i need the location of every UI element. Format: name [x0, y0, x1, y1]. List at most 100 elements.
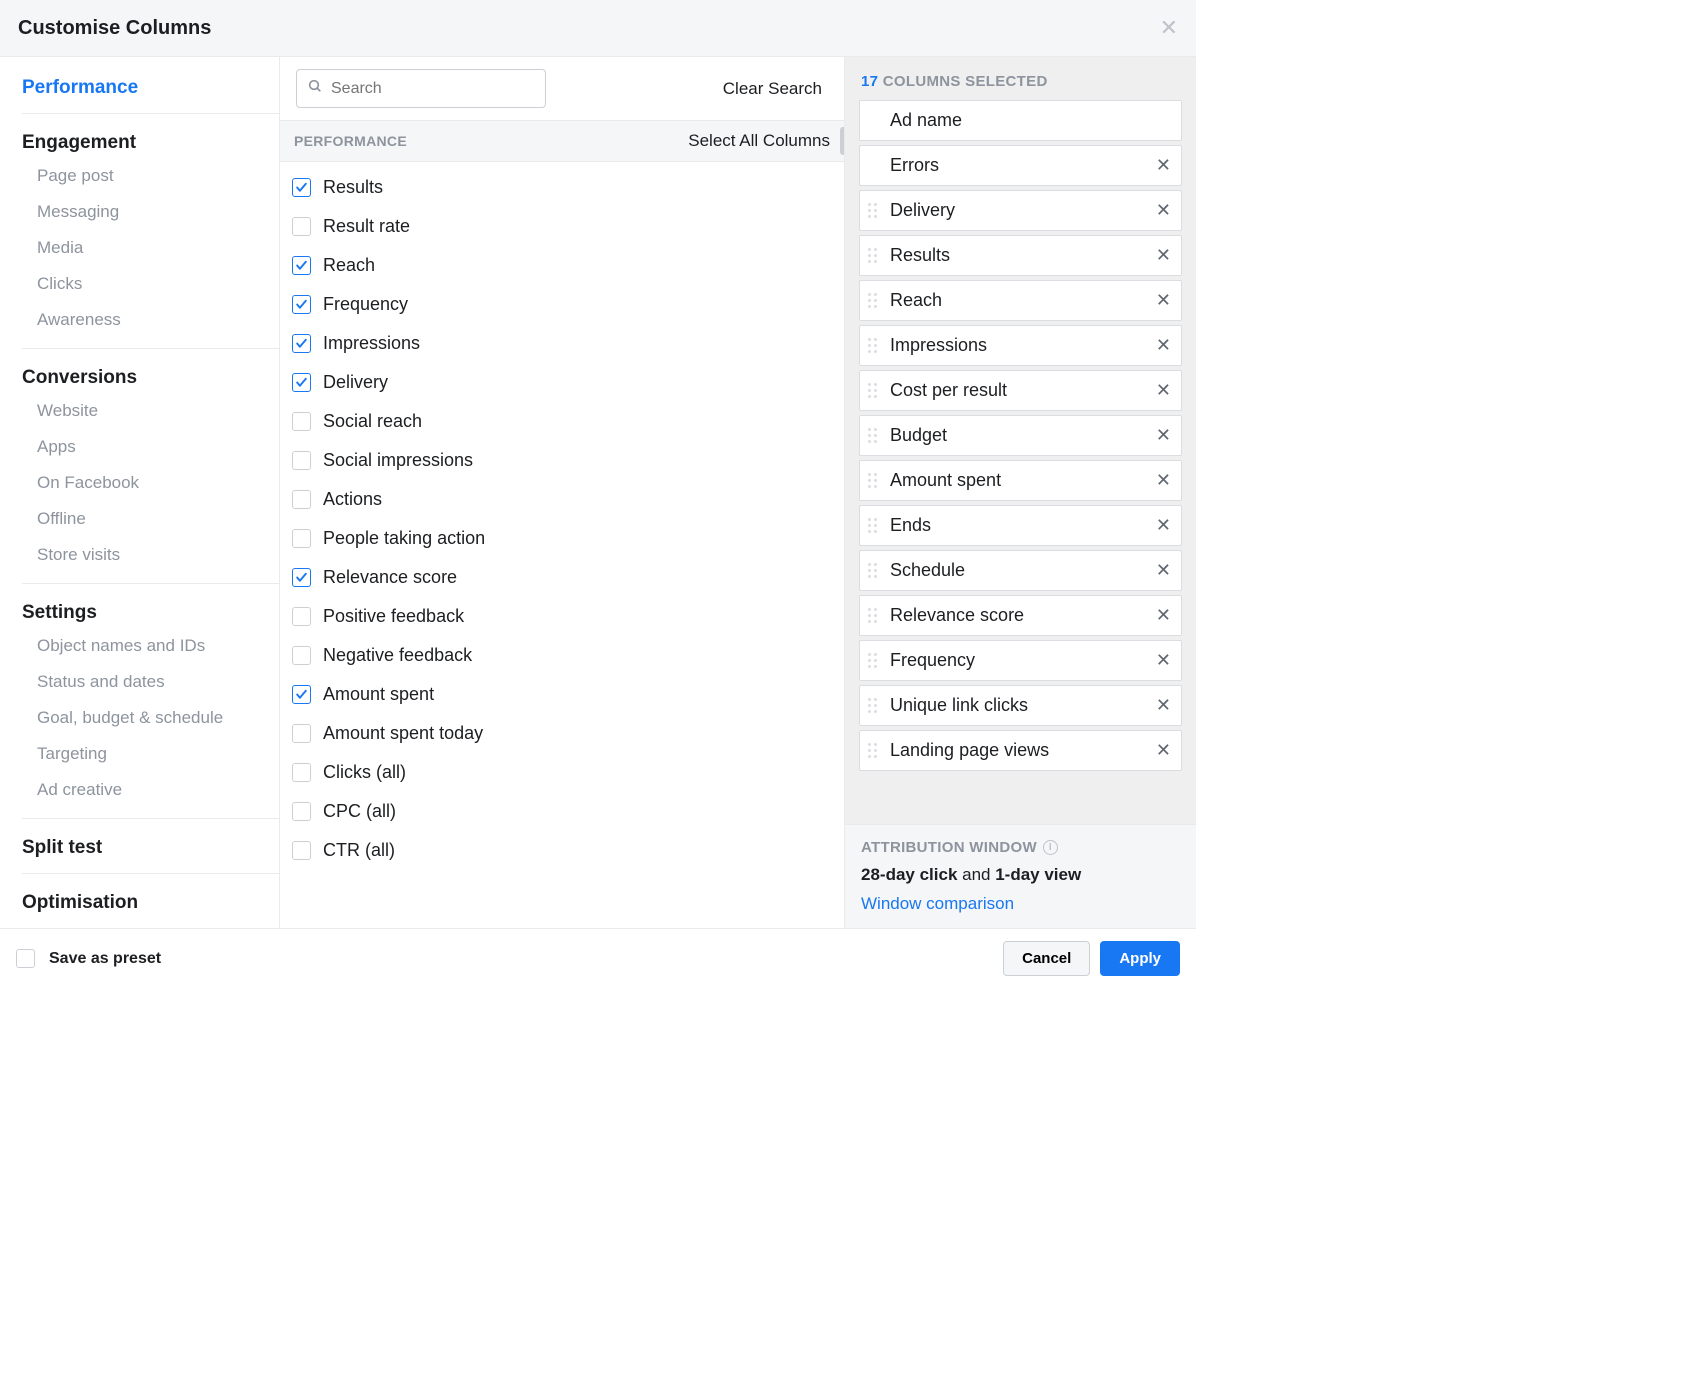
metric-checkbox[interactable] [292, 412, 311, 431]
drag-handle-icon[interactable] [868, 473, 882, 488]
selected-column-item[interactable]: Budget✕ [859, 415, 1182, 456]
drag-handle-icon[interactable] [868, 653, 882, 668]
metric-row[interactable]: Amount spent today [292, 714, 832, 753]
close-icon[interactable]: ✕ [1160, 15, 1178, 41]
selected-column-item[interactable]: Landing page views✕ [859, 730, 1182, 771]
remove-icon[interactable]: ✕ [1154, 650, 1173, 671]
metric-checkbox[interactable] [292, 295, 311, 314]
drag-handle-icon[interactable] [868, 248, 882, 263]
cancel-button[interactable]: Cancel [1003, 941, 1090, 976]
drag-handle-icon[interactable] [868, 203, 882, 218]
metric-checkbox[interactable] [292, 841, 311, 860]
remove-icon[interactable]: ✕ [1154, 200, 1173, 221]
metric-row[interactable]: Clicks (all) [292, 753, 832, 792]
metric-row[interactable]: Social impressions [292, 441, 832, 480]
selected-column-item[interactable]: Frequency✕ [859, 640, 1182, 681]
scrollbar-thumb[interactable] [840, 127, 844, 155]
info-icon[interactable]: i [1043, 840, 1058, 855]
metric-row[interactable]: Result rate [292, 207, 832, 246]
metric-checkbox[interactable] [292, 529, 311, 548]
metric-row[interactable]: Positive feedback [292, 597, 832, 636]
metric-row[interactable]: Amount spent [292, 675, 832, 714]
sidebar-heading[interactable]: Performance [22, 73, 279, 103]
clear-search-link[interactable]: Clear Search [723, 79, 828, 99]
drag-handle-icon[interactable] [868, 698, 882, 713]
selected-column-item[interactable]: Results✕ [859, 235, 1182, 276]
remove-icon[interactable]: ✕ [1154, 470, 1173, 491]
sidebar-item[interactable]: Status and dates [22, 664, 279, 700]
search-input-wrapper[interactable] [296, 69, 546, 108]
remove-icon[interactable]: ✕ [1154, 560, 1173, 581]
sidebar-item[interactable]: Object names and IDs [22, 628, 279, 664]
sidebar-item[interactable]: Website [22, 393, 279, 429]
metric-checkbox[interactable] [292, 451, 311, 470]
metric-checkbox[interactable] [292, 256, 311, 275]
remove-icon[interactable]: ✕ [1154, 245, 1173, 266]
remove-icon[interactable]: ✕ [1154, 515, 1173, 536]
selected-column-item[interactable]: Cost per result✕ [859, 370, 1182, 411]
metric-row[interactable]: CTR (all) [292, 831, 832, 870]
sidebar-item[interactable]: Targeting [22, 736, 279, 772]
selected-column-item[interactable]: Relevance score✕ [859, 595, 1182, 636]
metric-row[interactable]: Reach [292, 246, 832, 285]
metric-row[interactable]: Frequency [292, 285, 832, 324]
sidebar-heading[interactable]: Engagement [22, 128, 279, 158]
metric-checkbox[interactable] [292, 178, 311, 197]
sidebar-heading[interactable]: Optimisation [22, 888, 279, 918]
metric-row[interactable]: CPC (all) [292, 792, 832, 831]
metric-row[interactable]: Relevance score [292, 558, 832, 597]
metric-checkbox[interactable] [292, 763, 311, 782]
metric-checkbox[interactable] [292, 568, 311, 587]
sidebar-heading[interactable]: Split test [22, 833, 279, 863]
remove-icon[interactable]: ✕ [1154, 740, 1173, 761]
remove-icon[interactable]: ✕ [1154, 695, 1173, 716]
metric-row[interactable]: Results [292, 168, 832, 207]
selected-column-item[interactable]: Amount spent✕ [859, 460, 1182, 501]
drag-handle-icon[interactable] [868, 743, 882, 758]
sidebar-item[interactable]: Ad creative [22, 772, 279, 808]
remove-icon[interactable]: ✕ [1154, 290, 1173, 311]
metric-row[interactable]: People taking action [292, 519, 832, 558]
sidebar-item[interactable]: Awareness [22, 302, 279, 338]
drag-handle-icon[interactable] [868, 563, 882, 578]
sidebar-item[interactable]: Offline [22, 501, 279, 537]
metric-checkbox[interactable] [292, 685, 311, 704]
metric-checkbox[interactable] [292, 607, 311, 626]
sidebar-heading[interactable]: Conversions [22, 363, 279, 393]
sidebar-item[interactable]: Page post [22, 158, 279, 194]
sidebar-item[interactable]: Messaging [22, 194, 279, 230]
sidebar-item[interactable]: Media [22, 230, 279, 266]
sidebar-item[interactable]: On Facebook [22, 465, 279, 501]
metric-row[interactable]: Actions [292, 480, 832, 519]
sidebar-item[interactable]: Clicks [22, 266, 279, 302]
selected-column-item[interactable]: Impressions✕ [859, 325, 1182, 366]
metric-checkbox[interactable] [292, 373, 311, 392]
selected-column-item[interactable]: Reach✕ [859, 280, 1182, 321]
select-all-link[interactable]: Select All Columns [688, 131, 830, 151]
selected-column-item[interactable]: Schedule✕ [859, 550, 1182, 591]
selected-column-item[interactable]: Ends✕ [859, 505, 1182, 546]
metric-checkbox[interactable] [292, 334, 311, 353]
metric-checkbox[interactable] [292, 217, 311, 236]
metric-row[interactable]: Social reach [292, 402, 832, 441]
selected-column-item[interactable]: Ad name [859, 100, 1182, 141]
drag-handle-icon[interactable] [868, 428, 882, 443]
remove-icon[interactable]: ✕ [1154, 380, 1173, 401]
remove-icon[interactable]: ✕ [1154, 605, 1173, 626]
selected-column-item[interactable]: Unique link clicks✕ [859, 685, 1182, 726]
apply-button[interactable]: Apply [1100, 941, 1180, 976]
remove-icon[interactable]: ✕ [1154, 425, 1173, 446]
drag-handle-icon[interactable] [868, 608, 882, 623]
sidebar-item[interactable]: Apps [22, 429, 279, 465]
sidebar-item[interactable]: Goal, budget & schedule [22, 700, 279, 736]
drag-handle-icon[interactable] [868, 293, 882, 308]
drag-handle-icon[interactable] [868, 338, 882, 353]
sidebar-item[interactable]: Store visits [22, 537, 279, 573]
metric-row[interactable]: Delivery [292, 363, 832, 402]
remove-icon[interactable]: ✕ [1154, 335, 1173, 356]
save-preset-checkbox[interactable] [16, 949, 35, 968]
sidebar-heading[interactable]: Settings [22, 598, 279, 628]
metric-checkbox[interactable] [292, 490, 311, 509]
drag-handle-icon[interactable] [868, 383, 882, 398]
save-preset-row[interactable]: Save as preset [16, 949, 161, 968]
